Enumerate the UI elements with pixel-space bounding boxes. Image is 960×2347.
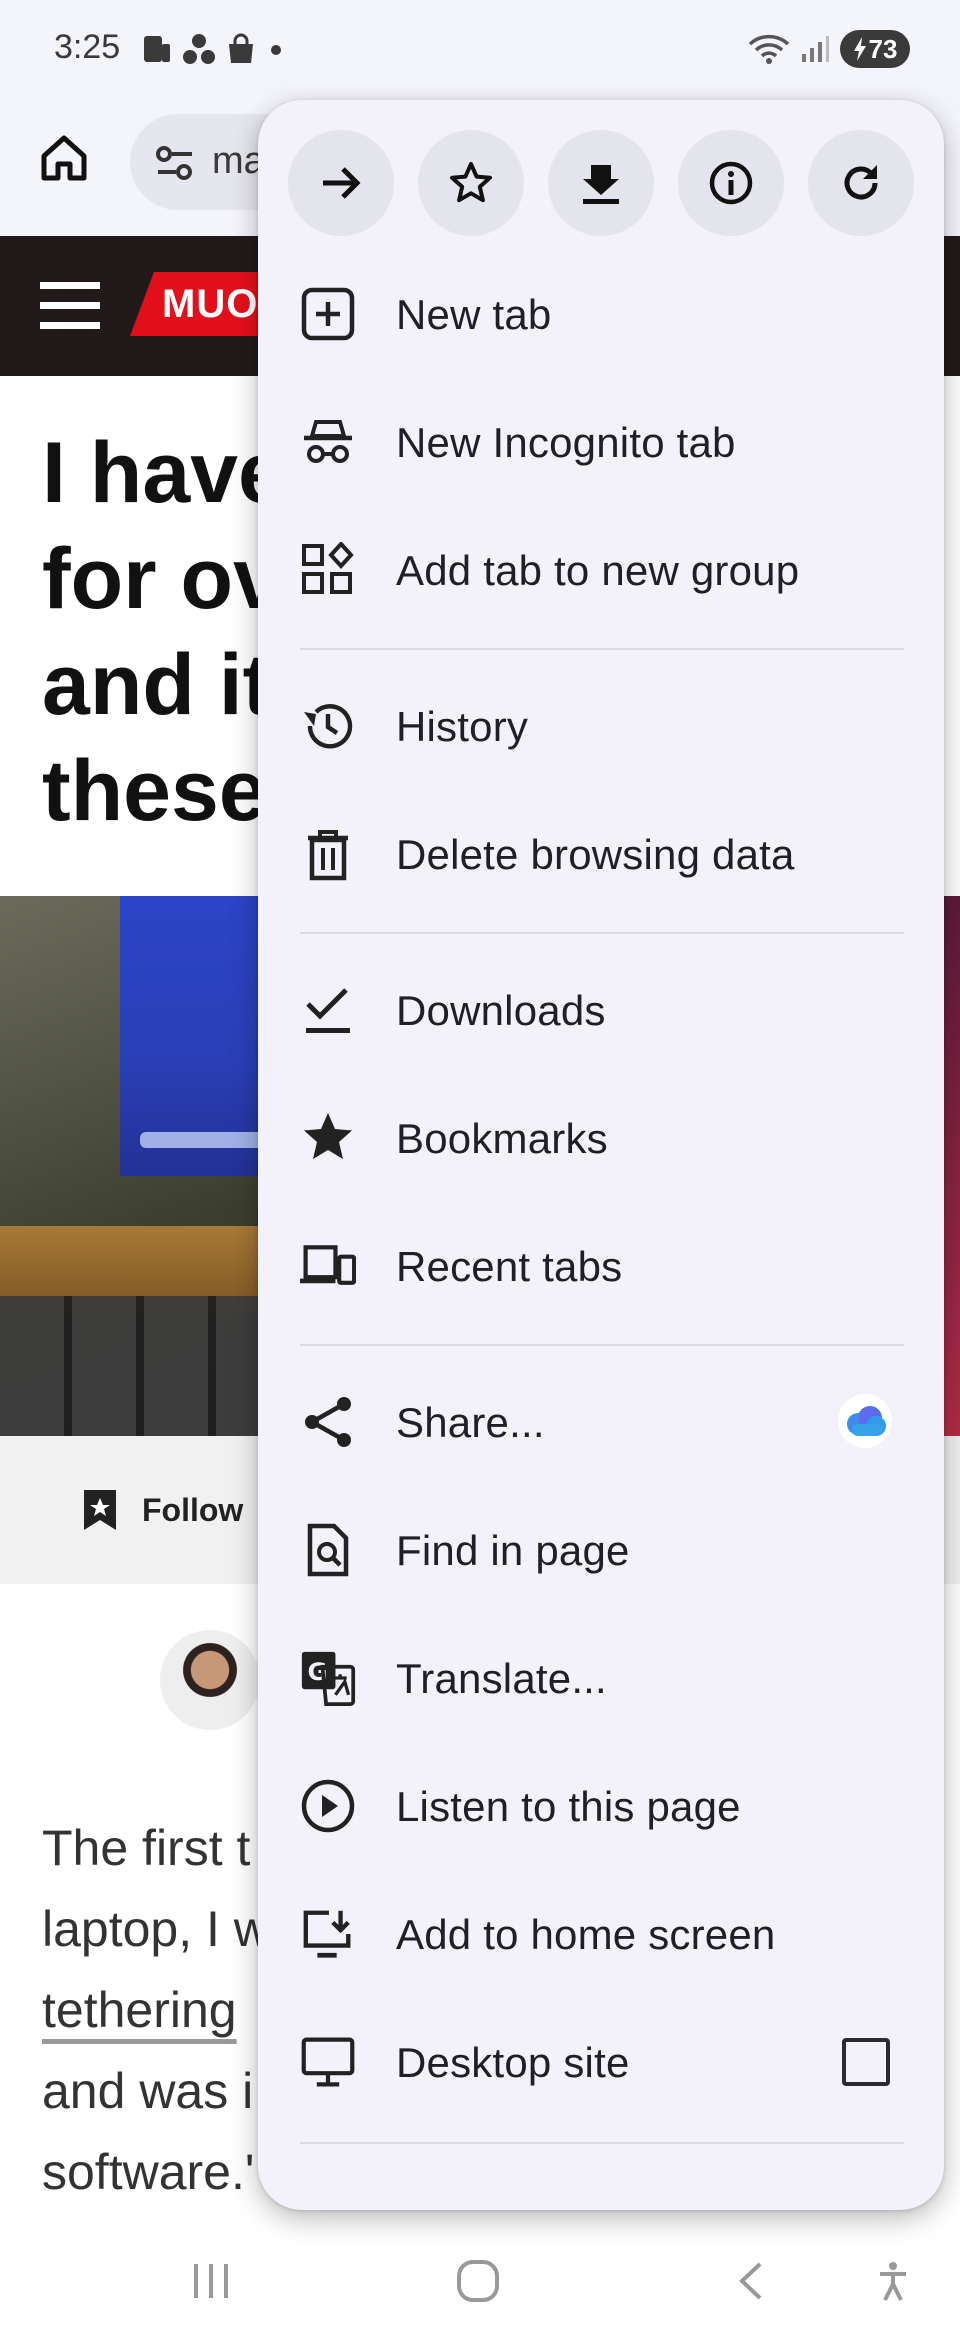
refresh-icon (844, 165, 878, 200)
menu-item-label: Add tab to new group (396, 547, 800, 594)
add-to-home-icon (300, 1906, 356, 1962)
incognito-icon (300, 414, 356, 470)
menu-item-delete-browsing-data[interactable]: Delete browsing data (258, 790, 944, 918)
menu-item-label: Recent tabs (396, 1243, 623, 1290)
share-dots-icon (183, 34, 215, 64)
menu-item-history[interactable]: History (258, 662, 944, 790)
trash-icon (300, 826, 356, 882)
menu-item-label: Share... (396, 1399, 545, 1446)
cloud-share-icon (838, 1394, 892, 1448)
menu-item-label: Translate... (396, 1655, 607, 1702)
page-info-icon (709, 161, 753, 205)
new-tab-icon (300, 286, 356, 342)
menu-item-find-in-page[interactable]: Find in page (258, 1486, 944, 1614)
menu-item-new-tab[interactable]: New tab (258, 250, 944, 378)
refresh-button[interactable] (808, 130, 914, 236)
menu-item-label: New Incognito tab (396, 419, 736, 466)
back-nav-icon[interactable] (730, 2258, 776, 2304)
menu-divider (300, 932, 904, 934)
phone-screen: 3:25 73 ma MUO I have for ov and it thes… (0, 0, 960, 2347)
body-line: The first t (42, 1820, 251, 1876)
menu-action-row (288, 130, 914, 236)
home-icon (41, 135, 87, 181)
desktop-site-checkbox[interactable] (842, 2038, 890, 2086)
menu-divider (300, 2142, 904, 2144)
bookmark-page-button[interactable] (418, 130, 524, 236)
battery-level: 73 (868, 33, 898, 64)
devices-icon (300, 1238, 356, 1294)
status-bar: 3:25 73 (0, 0, 960, 100)
site-settings-icon[interactable] (152, 140, 198, 186)
play-circle-icon (300, 1778, 356, 1834)
status-time: 3:25 (54, 28, 121, 66)
follow-button[interactable]: Follow (142, 1492, 243, 1529)
menu-item-add-tab-to-group[interactable]: Add tab to new group (258, 506, 944, 634)
forward-icon (323, 167, 361, 199)
share-icon (300, 1394, 356, 1450)
bookmark-star-icon (450, 162, 492, 203)
battery-indicator: 73 (840, 30, 910, 68)
body-line: laptop, I w (42, 1901, 270, 1957)
menu-item-listen-to-page[interactable]: Listen to this page (258, 1742, 944, 1870)
device-icon (144, 36, 170, 62)
body-link[interactable]: tethering (42, 1970, 270, 2051)
bookmarks-star-icon (300, 1110, 356, 1166)
author-avatar[interactable] (160, 1630, 260, 1730)
tab-group-icon (300, 542, 356, 598)
menu-item-label: History (396, 703, 529, 750)
download-page-button[interactable] (548, 130, 654, 236)
recent-apps-icon[interactable] (188, 2258, 234, 2304)
menu-item-translate[interactable]: G Translate... (258, 1614, 944, 1742)
menu-item-label: Add to home screen (396, 1911, 776, 1958)
translate-icon: G (300, 1650, 356, 1706)
downloads-icon (300, 982, 356, 1038)
home-button[interactable] (34, 128, 94, 188)
wifi-icon (748, 34, 790, 64)
find-in-page-icon (300, 1522, 356, 1578)
body-line: and was i (42, 2063, 254, 2119)
menu-item-label: Listen to this page (396, 1783, 741, 1830)
accessibility-icon[interactable] (870, 2258, 916, 2304)
history-icon (300, 698, 356, 754)
forward-button[interactable] (288, 130, 394, 236)
menu-item-new-incognito-tab[interactable]: New Incognito tab (258, 378, 944, 506)
browser-overflow-menu: New tab New Incognito tab Add tab to new… (258, 100, 944, 2210)
menu-item-label: Find in page (396, 1527, 630, 1574)
address-bar-text: ma (212, 140, 265, 182)
body-line: software.' (42, 2144, 255, 2200)
home-nav-icon[interactable] (455, 2258, 501, 2304)
system-nav-bar (0, 2220, 960, 2347)
menu-item-add-to-home-screen[interactable]: Add to home screen (258, 1870, 944, 1998)
menu-item-label: Downloads (396, 987, 606, 1034)
page-info-button[interactable] (678, 130, 784, 236)
desktop-icon (300, 2034, 356, 2090)
menu-item-bookmarks[interactable]: Bookmarks (258, 1074, 944, 1202)
menu-item-label: Delete browsing data (396, 831, 795, 878)
shopping-bag-icon (229, 33, 253, 63)
system-icons: 73 (748, 30, 910, 68)
menu-item-label: Bookmarks (396, 1115, 608, 1162)
menu-item-label: New tab (396, 291, 552, 338)
menu-divider (300, 648, 904, 650)
menu-item-downloads[interactable]: Downloads (258, 946, 944, 1074)
menu-divider (300, 1344, 904, 1346)
download-icon (583, 165, 619, 204)
signal-icon (802, 36, 829, 62)
article-body: The first t laptop, I w tethering and wa… (42, 1808, 270, 2213)
dot-icon (271, 45, 281, 55)
menu-item-recent-tabs[interactable]: Recent tabs (258, 1202, 944, 1330)
charging-bolt-icon (853, 37, 866, 61)
menu-item-desktop-site[interactable]: Desktop site (258, 1998, 944, 2126)
notification-icons (140, 32, 286, 66)
site-menu-icon[interactable] (40, 282, 100, 330)
menu-item-label: Desktop site (396, 2039, 630, 2086)
follow-bookmark-icon[interactable] (80, 1486, 120, 1534)
menu-item-share[interactable]: Share... (258, 1358, 944, 1486)
